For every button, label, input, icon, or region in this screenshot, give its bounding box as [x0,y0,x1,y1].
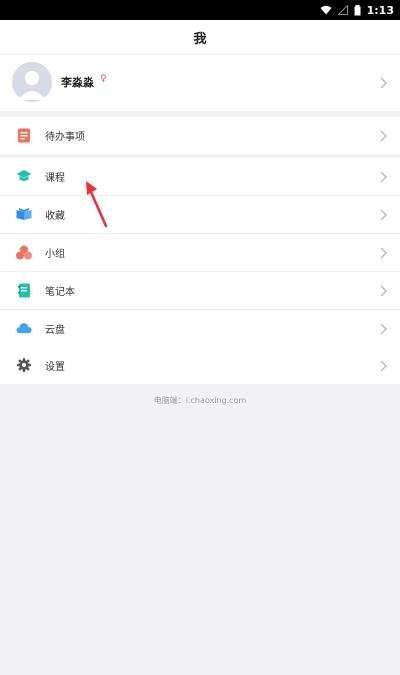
menu-label-settings: 设置 [45,362,65,373]
settings-group: 设置 [0,347,400,384]
chevron-right-icon [380,130,387,142]
menu-item-cloud[interactable]: 云盘 [0,310,400,347]
todo-icon [16,127,32,143]
menu-label-courses: 课程 [45,173,65,184]
status-time: 1:13 [366,3,394,17]
graduation-cap-icon [16,168,32,184]
main-menu-group: 课程 收藏 小组 笔记本 云盘 [0,158,400,347]
group-icon [16,244,32,260]
menu-item-notebook[interactable]: 笔记本 [0,272,400,310]
chevron-right-icon [380,360,387,372]
notebook-icon [16,282,32,298]
book-icon [16,206,32,222]
todo-group: 待办事项 [0,117,400,154]
cloud-icon [16,320,32,336]
signal-icon [337,5,348,15]
menu-item-groups[interactable]: 小组 [0,234,400,272]
chevron-right-icon [380,323,387,335]
gender-icon: ♀ [100,74,107,84]
chevron-right-icon [380,247,387,259]
chevron-right-icon [380,171,387,183]
menu-item-favorites[interactable]: 收藏 [0,196,400,234]
web-address-footer: 电脑端：i.chaoxing.com [153,396,247,405]
menu-label-notebook: 笔记本 [45,287,75,298]
wifi-icon [320,5,332,15]
avatar[interactable] [12,62,52,102]
menu-item-todo[interactable]: 待办事项 [0,117,400,154]
title-bar: 我 [0,20,400,55]
menu-label-favorites: 收藏 [45,211,65,222]
menu-item-courses[interactable]: 课程 [0,158,400,196]
gear-icon [16,357,32,373]
chevron-right-icon [380,77,387,89]
menu-label-cloud: 云盘 [45,325,65,336]
menu-label-groups: 小组 [45,249,65,260]
status-bar: 1:13 [0,0,400,20]
default-avatar-icon [12,62,52,102]
menu-item-settings[interactable]: 设置 [0,347,400,384]
page-title: 我 [193,31,207,47]
menu-label-todo: 待办事项 [45,132,85,143]
profile-row[interactable]: 李淼淼 ♀ [0,55,400,111]
battery-icon [354,4,361,16]
chevron-right-icon [380,209,387,221]
annotation-arrow-icon [86,181,108,228]
chevron-right-icon [380,285,387,297]
user-name: 李淼淼 [61,76,94,89]
